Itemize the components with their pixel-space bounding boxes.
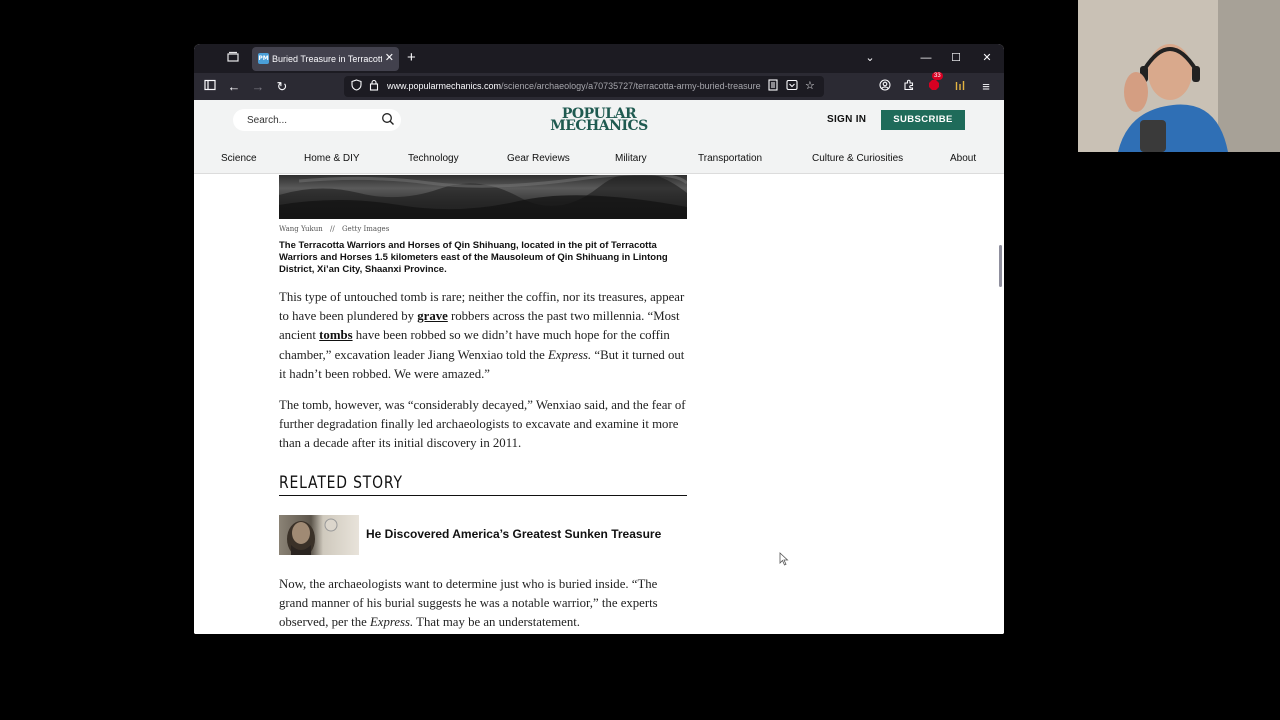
search-box[interactable]: [233, 109, 401, 131]
tab-list-icon[interactable]: [224, 50, 242, 68]
active-tab[interactable]: PM Buried Treasure in Terracotta Army ✕: [252, 47, 399, 71]
photo-credit: Wang Yukun // Getty Images: [279, 225, 389, 233]
tab-title: Buried Treasure in Terracotta Army: [272, 54, 382, 64]
search-icon[interactable]: [381, 112, 395, 126]
credit-separator: //: [330, 225, 335, 233]
subscribe-button[interactable]: SUBSCRIBE: [881, 110, 965, 130]
p1-source: Express.: [547, 347, 592, 362]
close-window-icon[interactable]: ✕: [978, 50, 996, 66]
credit-author: Wang Yukun: [279, 225, 323, 233]
nav-gear-reviews[interactable]: Gear Reviews: [507, 152, 570, 166]
forward-icon[interactable]: →: [249, 78, 267, 96]
url-text[interactable]: www.popularmechanics.com/science/archaeo…: [387, 80, 762, 93]
main-menu: Science Home & DIY Technology Gear Revie…: [194, 152, 1004, 170]
bookmark-star-icon[interactable]: ☆: [805, 79, 815, 94]
account-icon[interactable]: [876, 78, 894, 96]
minimize-icon[interactable]: —: [917, 50, 935, 66]
image-caption: The Terracotta Warriors and Horses of Qi…: [279, 240, 668, 275]
nav-military[interactable]: Military: [615, 152, 647, 166]
favicon-icon: PM: [258, 53, 269, 64]
nav-about[interactable]: About: [950, 152, 976, 166]
extensions-icon[interactable]: [900, 78, 918, 96]
page-scrollbar[interactable]: [999, 245, 1002, 287]
site-header: POPULAR MECHANICS SIGN IN SUBSCRIBE Scie…: [194, 100, 1004, 174]
back-icon[interactable]: ←: [225, 78, 243, 96]
sidebar-icon[interactable]: [201, 78, 219, 96]
equalizer-extension-icon[interactable]: [951, 78, 969, 96]
nav-home-diy[interactable]: Home & DIY: [304, 152, 360, 166]
logo-line-2: MECHANICS: [550, 118, 648, 134]
tombs-link[interactable]: tombs: [319, 328, 352, 342]
related-story-thumbnail[interactable]: [279, 515, 359, 555]
mouse-cursor-icon: [779, 552, 789, 566]
webcam-overlay: [1078, 0, 1280, 152]
menu-icon[interactable]: ≡: [977, 78, 995, 96]
browser-window: PM Buried Treasure in Terracotta Army ✕ …: [194, 44, 1004, 634]
article-body: Wang Yukun // Getty Images The Terracott…: [194, 175, 1004, 634]
shield-icon[interactable]: [351, 79, 362, 96]
nav-technology[interactable]: Technology: [408, 152, 459, 166]
pocket-icon[interactable]: [786, 79, 798, 96]
sign-in-link[interactable]: SIGN IN: [827, 114, 866, 125]
paragraph-2: The tomb, however, was “considerably dec…: [279, 398, 686, 451]
extension-badge: 33: [932, 72, 943, 80]
tab-bar: PM Buried Treasure in Terracotta Army ✕ …: [194, 44, 1004, 73]
nav-transportation[interactable]: Transportation: [698, 152, 762, 166]
grave-link[interactable]: grave: [417, 309, 448, 323]
p3-source: Express.: [369, 615, 414, 630]
search-input[interactable]: [247, 113, 377, 127]
paragraph-1: This type of untouched tomb is rare; nei…: [279, 288, 689, 384]
paragraph-3: Now, the archaeologists want to determin…: [279, 575, 689, 633]
reader-view-icon[interactable]: [768, 79, 778, 96]
list-all-tabs-icon[interactable]: ⌄: [861, 50, 879, 66]
nav-science[interactable]: Science: [221, 152, 257, 166]
related-story-heading: RELATED STORY: [279, 472, 687, 496]
maximize-icon[interactable]: ☐: [947, 50, 965, 66]
p3-text-b: That may be an understatement.: [413, 615, 580, 630]
site-logo[interactable]: POPULAR MECHANICS: [549, 107, 649, 134]
adblock-extension-icon[interactable]: [925, 78, 943, 96]
lock-icon[interactable]: [369, 79, 379, 96]
related-story-link[interactable]: He Discovered America’s Greatest Sunken …: [366, 527, 661, 541]
navigation-bar: ← → ↻ www.popularmechanics.com/science/a…: [194, 72, 1004, 100]
address-bar[interactable]: www.popularmechanics.com/science/archaeo…: [344, 76, 824, 97]
nav-culture-curiosities[interactable]: Culture & Curiosities: [812, 152, 903, 166]
hero-image: [279, 175, 687, 219]
reload-icon[interactable]: ↻: [273, 78, 291, 96]
credit-source: Getty Images: [341, 225, 390, 233]
related-story-title: RELATED STORY: [279, 472, 405, 494]
new-tab-icon[interactable]: +: [407, 50, 416, 66]
close-tab-icon[interactable]: ✕: [385, 51, 394, 66]
